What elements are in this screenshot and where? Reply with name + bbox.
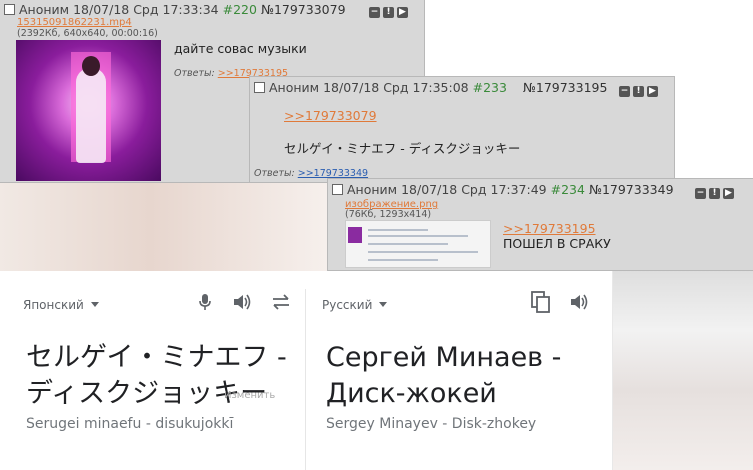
post-checkbox[interactable] (4, 4, 15, 15)
play-icon[interactable]: ▶ (647, 86, 658, 97)
post-233: Аноним 18/07/18 Срд 17:35:08 #233 №17973… (249, 76, 675, 183)
video-thumbnail[interactable] (16, 40, 161, 181)
post-date: 18/07/18 Срд 17:35:08 (323, 80, 469, 95)
post-checkbox[interactable] (254, 82, 265, 93)
play-icon[interactable]: ▶ (723, 188, 734, 199)
quote-link[interactable]: >>179733079 (284, 108, 377, 123)
post-buttons: −! ▶ (695, 184, 737, 199)
file-meta: (2392Кб, 640x640, 00:00:16) (17, 28, 158, 39)
target-transliteration: Sergey Minayev - Disk-zhokey (326, 416, 537, 432)
post-date: 18/07/18 Срд 17:37:49 (401, 182, 547, 197)
panel-divider (305, 289, 306, 470)
post-date: 18/07/18 Срд 17:33:34 (73, 2, 219, 17)
file-link[interactable]: 15315091862231.mp4 (17, 17, 132, 28)
copy-icon[interactable] (531, 291, 551, 317)
play-icon[interactable]: ▶ (397, 7, 408, 18)
file-meta: (76Кб, 1293x414) (345, 209, 432, 220)
microphone-icon[interactable] (198, 293, 212, 315)
post-header: Аноним 18/07/18 Срд 17:33:34 #220 №17973… (4, 2, 346, 17)
chevron-down-icon (90, 302, 99, 307)
post-text: セルゲイ・ミナエフ - ディスクジョッキー (284, 141, 521, 156)
report-icon[interactable]: ! (709, 188, 720, 199)
post-header: Аноним 18/07/18 Срд 17:35:08 #233 №17973… (254, 80, 607, 95)
report-icon[interactable]: ! (383, 7, 394, 18)
post-author: Аноним (19, 2, 70, 17)
hide-icon[interactable]: − (369, 7, 380, 18)
post-buttons: −! ▶ (619, 82, 661, 97)
chevron-down-icon (379, 302, 388, 307)
quote-link[interactable]: >>179733195 (503, 221, 596, 236)
post-number[interactable]: #233 (473, 80, 507, 95)
translate-panel: Японский Русский セルゲイ・ミナエフ - ディスクジョッキー И… (0, 271, 613, 470)
hide-icon[interactable]: − (695, 188, 706, 199)
source-language-select[interactable]: Японский (23, 298, 99, 312)
hide-icon[interactable]: − (619, 86, 630, 97)
post-text: дайте совас музыки (174, 41, 307, 56)
blurred-background-right (610, 270, 753, 470)
target-text: Сергей Минаев - Диск-жокей (326, 342, 562, 409)
target-language-select[interactable]: Русский (322, 298, 388, 312)
post-author: Аноним (347, 182, 398, 197)
post-id[interactable]: №179733079 (261, 2, 346, 17)
post-id[interactable]: №179733349 (589, 182, 674, 197)
post-header: Аноним 18/07/18 Срд 17:37:49 #234 №17973… (332, 182, 674, 197)
post-text: ПОШЕЛ В СРАКУ (503, 236, 611, 251)
swap-icon[interactable] (270, 293, 292, 315)
post-number[interactable]: #234 (551, 182, 585, 197)
report-icon[interactable]: ! (633, 86, 644, 97)
speaker-icon[interactable] (232, 293, 252, 315)
post-number[interactable]: #220 (223, 2, 257, 17)
post-buttons: −! ▶ (369, 3, 411, 18)
image-thumbnail[interactable] (345, 220, 491, 268)
source-transliteration: Serugei minaefu - disukujokkī (26, 416, 234, 432)
post-234: Аноним 18/07/18 Срд 17:37:49 #234 №17973… (327, 178, 753, 271)
post-author: Аноним (269, 80, 320, 95)
post-checkbox[interactable] (332, 184, 343, 195)
speaker-icon[interactable] (569, 293, 589, 315)
edit-link[interactable]: Изменить (224, 390, 275, 401)
source-text[interactable]: セルゲイ・ミナエフ - ディスクジョッキー (26, 340, 291, 412)
post-id[interactable]: №179733195 (523, 80, 608, 95)
